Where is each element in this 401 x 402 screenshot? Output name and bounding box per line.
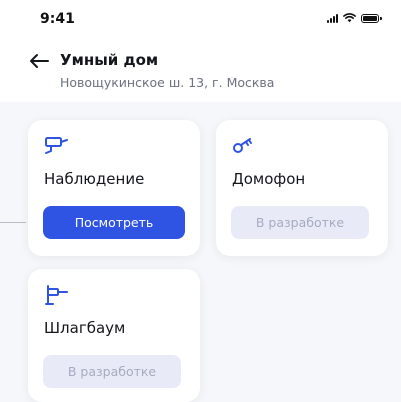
service-card-surveillance: Наблюдение Посмотреть <box>28 120 200 256</box>
divider-line <box>0 222 26 223</box>
header: Умный дом Новощукинское ш. 13, г. Москва <box>0 44 401 100</box>
camera-icon <box>45 137 68 154</box>
service-card-barrier: Шлагбаум В разработке <box>28 269 200 402</box>
wifi-icon <box>343 13 356 23</box>
service-card-intercom: Домофон В разработке <box>216 120 388 256</box>
status-icons <box>327 13 382 23</box>
service-title: Домофон <box>232 170 306 188</box>
battery-icon <box>361 13 382 23</box>
service-title: Шлагбаум <box>44 319 126 337</box>
services-grid: Наблюдение Посмотреть Домофон В разработ… <box>0 102 401 402</box>
in-development-button: В разработке <box>231 206 369 239</box>
cellular-signal-icon <box>327 13 338 23</box>
in-development-button: В разработке <box>43 355 181 388</box>
key-icon <box>233 138 252 153</box>
view-button[interactable]: Посмотреть <box>43 206 185 239</box>
barrier-icon <box>45 285 68 305</box>
status-bar: 9:41 <box>0 0 401 40</box>
service-title: Наблюдение <box>44 170 145 188</box>
status-time: 9:41 <box>40 11 75 27</box>
page-title: Умный дом <box>60 51 159 69</box>
address-subtitle: Новощукинское ш. 13, г. Москва <box>60 75 275 90</box>
back-arrow-icon[interactable] <box>28 52 50 70</box>
